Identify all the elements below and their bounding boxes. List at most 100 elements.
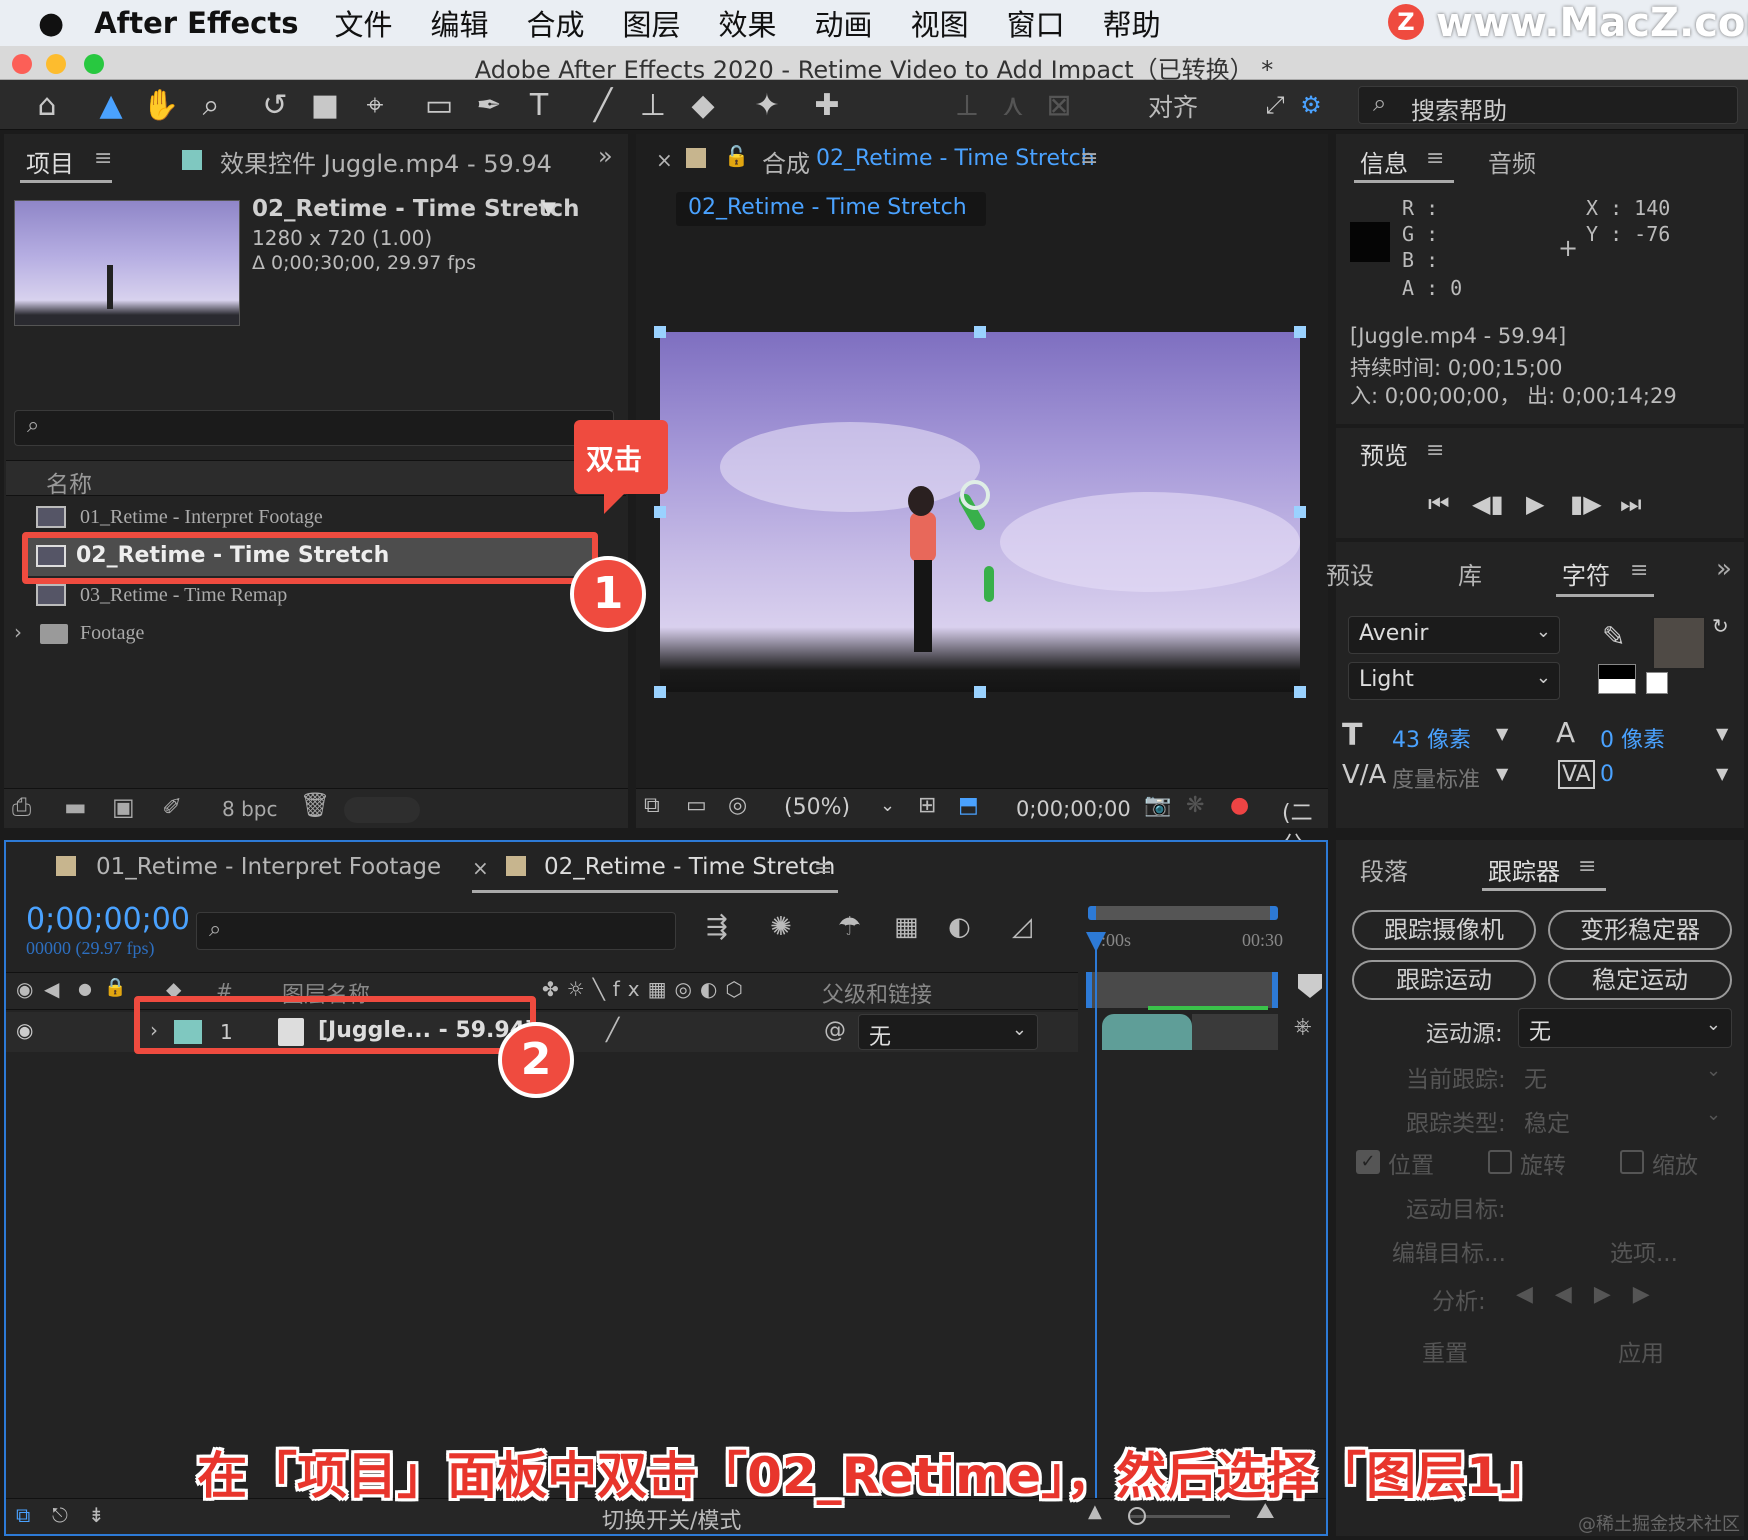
track-motion-button[interactable]: 跟踪运动: [1352, 960, 1536, 1000]
comp-menu-icon[interactable]: ≡: [1080, 146, 1098, 171]
column-parent[interactable]: 父级和链接: [822, 977, 932, 1009]
close-tab-icon[interactable]: ×: [656, 148, 673, 172]
search-help-field[interactable]: ⌕ 搜索帮助: [1358, 86, 1738, 125]
scale-checkbox[interactable]: [1620, 1150, 1644, 1174]
next-frame-icon[interactable]: ▮▶: [1570, 490, 1602, 518]
preview-title[interactable]: 预览: [1360, 436, 1408, 471]
chevron-down-icon[interactable]: ▼: [1716, 724, 1728, 743]
timeline-search-input[interactable]: ⌕: [196, 912, 676, 950]
hand-tool-icon[interactable]: ✋: [142, 86, 180, 124]
puppet-tool-icon[interactable]: ✚: [808, 86, 846, 124]
new-folder-icon[interactable]: ▬: [64, 793, 87, 821]
fill-color-swatch[interactable]: [1652, 616, 1706, 670]
monitor-icon[interactable]: ▭: [686, 793, 707, 818]
shy-icon[interactable]: ☂: [838, 912, 861, 942]
comp-flow-tab[interactable]: 02_Retime - Time Stretch: [676, 192, 986, 226]
feather-icon[interactable]: ✐: [162, 793, 182, 821]
preview-menu-icon[interactable]: ≡: [1426, 438, 1444, 463]
menu-effect[interactable]: 效果: [719, 2, 777, 44]
first-frame-icon[interactable]: ⏮: [1428, 490, 1450, 518]
speaker-icon[interactable]: ◀: [44, 977, 59, 1001]
last-frame-icon[interactable]: ⏭: [1620, 490, 1642, 518]
camera-tool-icon[interactable]: ■: [306, 86, 344, 124]
chevron-right-icon[interactable]: ›: [14, 620, 22, 644]
comp-marker-icon[interactable]: [1298, 974, 1322, 998]
tab-library[interactable]: 库: [1458, 556, 1482, 591]
rotate-tool-icon[interactable]: ↺: [256, 86, 294, 124]
tab-info[interactable]: 信息: [1360, 144, 1408, 179]
selection-tool-icon[interactable]: ▲: [92, 86, 130, 124]
eyedropper-icon[interactable]: ✎: [1602, 620, 1625, 653]
new-comp-icon[interactable]: ▣: [112, 793, 135, 821]
chevron-down-icon[interactable]: ▼: [1496, 764, 1508, 783]
always-preview-icon[interactable]: ⧉: [644, 793, 660, 818]
analyze-controls-icon[interactable]: ◀◀▶▶: [1516, 1282, 1672, 1307]
chevron-down-icon[interactable]: ▼: [1716, 764, 1728, 783]
tab-audio[interactable]: 音频: [1488, 144, 1536, 179]
apply-button[interactable]: 应用: [1618, 1334, 1664, 1368]
workspace-settings-icon[interactable]: ⚙: [1292, 86, 1330, 124]
font-size-value[interactable]: 43 像素: [1392, 722, 1471, 754]
edit-target-button[interactable]: 编辑目标...: [1392, 1234, 1506, 1268]
parent-pickwhip-icon[interactable]: @: [824, 1018, 846, 1043]
project-search-input[interactable]: ⌕: [14, 410, 614, 446]
menu-app-name[interactable]: After Effects: [94, 6, 298, 40]
tab-effect-controls[interactable]: 效果控件 Juggle.mp4 - 59.94: [220, 144, 552, 179]
menu-composition[interactable]: 合成: [527, 2, 585, 44]
tab-project[interactable]: 项目: [26, 144, 74, 179]
stabilize-motion-button[interactable]: 稳定运动: [1548, 960, 1732, 1000]
warp-stabilizer-button[interactable]: 变形稳定器: [1548, 910, 1732, 950]
comp-mini-flowchart-icon[interactable]: ⇶: [706, 912, 728, 942]
region-icon[interactable]: ⬒: [958, 793, 979, 818]
close-tab-icon[interactable]: ×: [472, 856, 489, 880]
channel-icon[interactable]: ●: [1230, 793, 1249, 818]
home-icon[interactable]: ⌂: [28, 86, 66, 124]
lock-icon[interactable]: 🔓: [724, 144, 749, 168]
transform-handle[interactable]: [654, 326, 666, 338]
panel-overflow-icon[interactable]: »: [1716, 554, 1732, 584]
list-item[interactable]: › Footage: [6, 616, 626, 652]
list-item[interactable]: 01_Retime - Interpret Footage: [6, 500, 626, 536]
eraser-tool-icon[interactable]: ◆: [684, 86, 722, 124]
project-menu-icon[interactable]: ≡: [94, 146, 112, 171]
show-snapshot-icon[interactable]: ❋: [1186, 793, 1204, 818]
timeline-timecode[interactable]: 0;00;00;00: [26, 902, 190, 937]
transform-handle[interactable]: [1294, 686, 1306, 698]
type-tool-icon[interactable]: T: [520, 86, 558, 124]
info-menu-icon[interactable]: ≡: [1426, 146, 1444, 171]
chevron-down-icon[interactable]: ▼: [1496, 724, 1508, 743]
font-family-dropdown[interactable]: Avenir ⌄: [1348, 616, 1560, 654]
draft-3d-icon[interactable]: ✺: [770, 912, 792, 942]
frame-blending-icon[interactable]: ▦: [894, 912, 919, 942]
menu-view[interactable]: 视图: [911, 2, 969, 44]
timeline-menu-icon[interactable]: ≡: [814, 856, 832, 881]
tab-tracker[interactable]: 跟踪器: [1488, 852, 1560, 887]
work-area-bar[interactable]: [1088, 906, 1278, 920]
interpret-footage-icon[interactable]: ⎙: [12, 793, 31, 821]
trash-icon[interactable]: 🗑: [300, 791, 330, 819]
character-menu-icon[interactable]: ≡: [1630, 558, 1648, 583]
swap-colors-icon[interactable]: ↻: [1712, 614, 1729, 638]
reset-button[interactable]: 重置: [1422, 1334, 1468, 1368]
leading-value[interactable]: 0 像素: [1600, 722, 1665, 754]
black-white-swatch[interactable]: [1598, 664, 1636, 694]
font-style-dropdown[interactable]: Light ⌄: [1348, 662, 1560, 700]
transform-handle[interactable]: [974, 326, 986, 338]
tab-character[interactable]: 字符: [1562, 556, 1610, 591]
brush-tool-icon[interactable]: ╱: [584, 86, 622, 124]
chevron-down-icon[interactable]: ⌄: [880, 795, 895, 816]
tab-paragraph[interactable]: 段落: [1360, 852, 1408, 887]
solo-icon[interactable]: ●: [78, 979, 92, 998]
tab-composition[interactable]: 02_Retime - Time Stretch: [816, 146, 1095, 171]
rectangle-tool-icon[interactable]: ▭: [420, 86, 458, 124]
position-checkbox[interactable]: ✓: [1356, 1150, 1380, 1174]
fit-icon[interactable]: ⊞: [918, 793, 936, 818]
no-color-swatch[interactable]: [1646, 672, 1668, 694]
tab-presets[interactable]: 预设: [1326, 556, 1374, 591]
column-name[interactable]: 名称: [46, 465, 92, 499]
zoom-tool-icon[interactable]: ⌕: [192, 86, 230, 124]
pen-tool-icon[interactable]: ✒: [470, 86, 508, 124]
clone-stamp-tool-icon[interactable]: ⊥: [634, 86, 672, 124]
eye-icon[interactable]: ◉: [16, 1018, 33, 1042]
transform-handle[interactable]: [654, 686, 666, 698]
